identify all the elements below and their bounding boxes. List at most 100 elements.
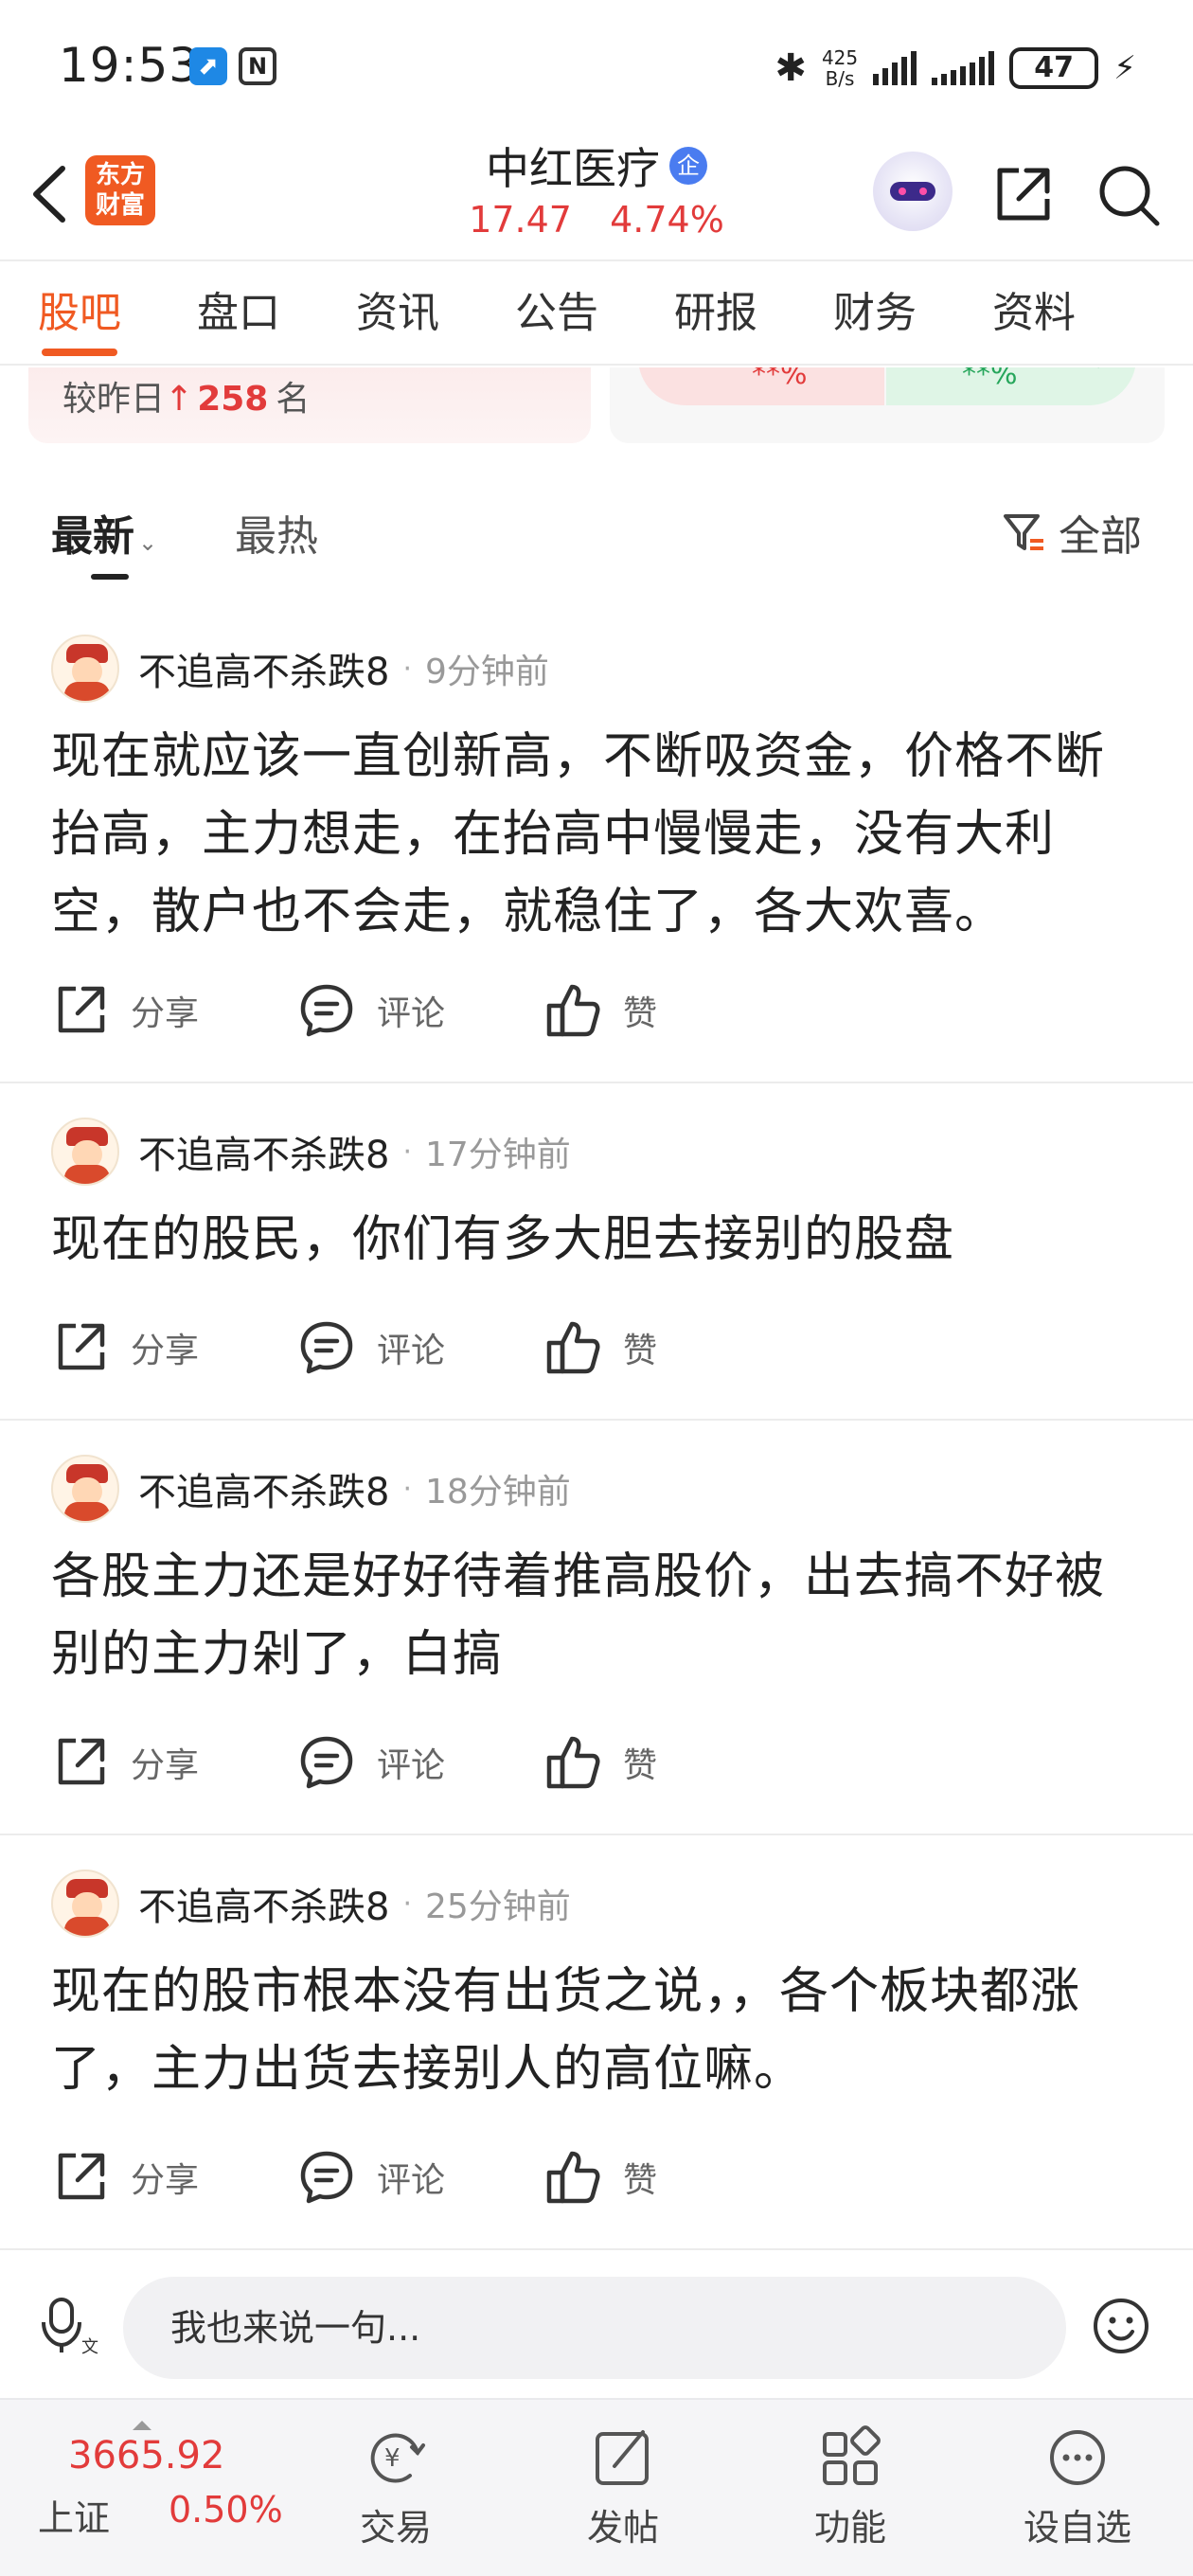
svg-text:文: 文: [81, 2337, 98, 2354]
search-icon[interactable]: [1095, 161, 1163, 229]
filter-button[interactable]: 全部: [1000, 502, 1142, 563]
comment-icon: [300, 2151, 353, 2204]
sort-latest[interactable]: 最新 ⌄: [51, 502, 157, 563]
like-label: 赞: [623, 994, 658, 1033]
post-time: 9分钟前: [425, 653, 549, 691]
author-name[interactable]: 不追高不杀跌8: [138, 1461, 389, 1516]
post-header: 不追高不杀跌8 · 18分钟前: [51, 1455, 571, 1523]
comment-button[interactable]: 评论: [297, 2148, 445, 2207]
author-name[interactable]: 不追高不杀跌8: [138, 641, 389, 696]
tab-news[interactable]: 资讯: [318, 261, 477, 366]
comment-label: 评论: [377, 994, 446, 1033]
voice-input-icon[interactable]: 文: [38, 2294, 98, 2354]
rank-card[interactable]: 较昨日↑ 258 名: [28, 367, 591, 443]
share-label: 分享: [131, 994, 200, 1033]
index-up-indicator: [133, 2421, 151, 2430]
like-label: 赞: [623, 2161, 658, 2200]
post-card[interactable]: 不追高不杀跌8 · 17分钟前 现在的股民，你们有多大胆去接别的股盘 分享 评论 赞: [0, 1083, 1193, 1421]
comment-icon: [300, 1321, 353, 1374]
share-button[interactable]: 分享: [51, 981, 199, 1040]
post-card[interactable]: 不追高不杀跌8 · 9分钟前 现在就应该一直创新高，不断吸资金，价格不断抬高，主力想走…: [0, 600, 1193, 1083]
bullish-pill[interactable]: **% ✓: [886, 367, 1136, 405]
index-value: 3665.92: [68, 2434, 225, 2478]
charging-icon: ⚡: [1113, 49, 1136, 87]
tab-profile[interactable]: 资料: [954, 261, 1113, 366]
nav-post[interactable]: 发帖: [547, 2411, 699, 2572]
post-actions: 分享 评论 赞: [51, 977, 756, 1044]
section-tabs: 股吧 盘口 资讯 公告 研报 财务 资料: [0, 259, 1193, 366]
bottom-nav: 3665.92 上证 0.50% ¥ 交易 发帖 功能 设自选: [0, 2398, 1193, 2576]
share-button[interactable]: 分享: [51, 2148, 199, 2207]
svg-text:¥: ¥: [384, 2444, 401, 2473]
rank-suffix: 名: [276, 380, 311, 419]
nav-watchlist-label: 设自选: [1023, 2507, 1131, 2549]
separator-dot: ·: [402, 1472, 412, 1506]
bearish-pill[interactable]: **%: [638, 367, 884, 405]
bearish-pct: **%: [752, 367, 808, 391]
author-name[interactable]: 不追高不杀跌8: [138, 1876, 389, 1931]
nav-trade[interactable]: ¥ 交易: [320, 2411, 472, 2572]
ai-assistant-icon[interactable]: [873, 152, 953, 231]
tab-pankou[interactable]: 盘口: [159, 261, 318, 366]
bluetooth-icon: ✱: [775, 46, 807, 90]
share-label: 分享: [131, 1332, 200, 1370]
post-content[interactable]: 各股主力还是好好待着推高股价，出去搞不好被别的主力剁了，白搞: [51, 1538, 1146, 1693]
tab-announcements[interactable]: 公告: [477, 261, 636, 366]
comment-icon: [300, 1736, 353, 1789]
rank-text: 较昨日↑ 258 名: [62, 371, 310, 420]
avatar[interactable]: [51, 635, 119, 703]
separator-dot: ·: [402, 1135, 412, 1169]
share-button[interactable]: 分享: [51, 1318, 199, 1377]
comment-label: 评论: [377, 1746, 446, 1785]
network-speed: 425 B/s: [822, 47, 858, 89]
author-name[interactable]: 不追高不杀跌8: [138, 1124, 389, 1179]
comment-button[interactable]: 评论: [297, 1318, 445, 1377]
sentiment-card[interactable]: **% **% ✓: [610, 367, 1165, 443]
comment-input[interactable]: [123, 2277, 1066, 2379]
like-button[interactable]: 赞: [543, 1733, 657, 1792]
signal-icon-2: [932, 51, 995, 85]
grid-icon: [823, 2425, 881, 2485]
emoji-icon[interactable]: [1091, 2296, 1151, 2356]
comment-button[interactable]: 评论: [297, 981, 445, 1040]
stock-change-pct: 4.74%: [610, 199, 724, 241]
comment-button[interactable]: 评论: [297, 1733, 445, 1792]
sort-bar: 最新 ⌄ 最热 全部: [0, 458, 1193, 581]
more-dots-icon: [1050, 2430, 1105, 2485]
index-name: 上证: [38, 2497, 111, 2539]
post-actions: 分享 评论 赞: [51, 2144, 756, 2210]
like-label: 赞: [623, 1746, 658, 1785]
rank-prefix: 较昨日: [62, 380, 166, 419]
signal-icon: [873, 51, 917, 85]
share-button[interactable]: 分享: [51, 1733, 199, 1792]
like-button[interactable]: 赞: [543, 2148, 657, 2207]
post-content[interactable]: 现在的股民，你们有多大胆去接别的股盘: [51, 1201, 1146, 1279]
avatar[interactable]: [51, 1869, 119, 1938]
post-content[interactable]: 现在的股市根本没有出货之说，，各个板块都涨了，主力出货去接别人的高位嘛。: [51, 1953, 1146, 2108]
share-icon[interactable]: [990, 161, 1057, 227]
share-icon: [58, 1738, 105, 1785]
bullish-pct: **%: [962, 367, 1018, 391]
filter-icon: [1004, 514, 1043, 550]
sort-hot[interactable]: 最热: [235, 502, 318, 563]
avatar[interactable]: [51, 1118, 119, 1186]
post-card[interactable]: 不追高不杀跌8 · 25分钟前 现在的股市根本没有出货之说，，各个板块都涨了，主力出货…: [0, 1835, 1193, 2250]
post-content[interactable]: 现在就应该一直创新高，不断吸资金，价格不断抬高，主力想走，在抬高中慢慢走，没有大…: [51, 718, 1146, 951]
tab-finance[interactable]: 财务: [795, 261, 954, 366]
avatar[interactable]: [51, 1455, 119, 1523]
rank-up-icon: ↑: [165, 380, 194, 419]
post-card[interactable]: 不追高不杀跌8 · 18分钟前 各股主力还是好好待着推高股价，出去搞不好被别的主力剁了…: [0, 1421, 1193, 1835]
comment-icon: [300, 984, 353, 1037]
tab-research[interactable]: 研报: [636, 261, 795, 366]
like-button[interactable]: 赞: [543, 981, 657, 1040]
thumbs-up-icon: [546, 1736, 600, 1789]
comment-label: 评论: [377, 2161, 446, 2200]
like-button[interactable]: 赞: [543, 1318, 657, 1377]
market-index[interactable]: 3665.92 上证 0.50%: [38, 2421, 284, 2548]
app-notification-icon: ⬈: [189, 47, 227, 85]
post-actions: 分享 评论 赞: [51, 1729, 756, 1796]
nav-functions[interactable]: 功能: [775, 2411, 926, 2572]
nav-watchlist[interactable]: 设自选: [1002, 2411, 1153, 2572]
nfc-icon: N: [239, 47, 276, 85]
tab-guba[interactable]: 股吧: [0, 261, 159, 366]
